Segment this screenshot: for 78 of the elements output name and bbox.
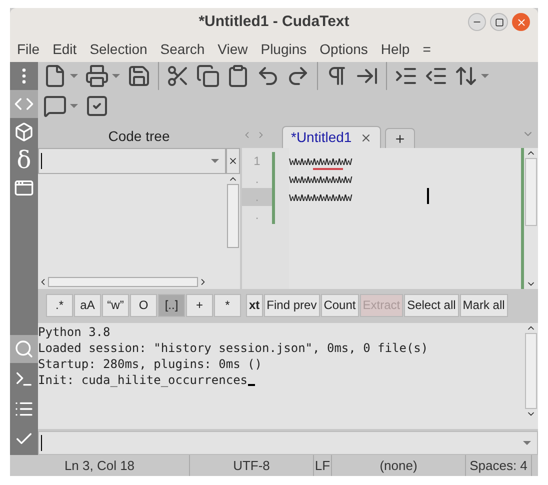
find-button[interactable]: Mark all [460, 294, 508, 317]
undo-icon[interactable] [256, 64, 280, 88]
console-line: Loaded session: "history session.json", 0ms, 0 file(s) [38, 340, 428, 356]
find-button[interactable]: Find prev [264, 294, 320, 317]
checkbox-icon[interactable] [85, 94, 109, 118]
save-icon[interactable] [127, 64, 151, 88]
find-button[interactable]: Count [320, 294, 359, 317]
line-number: . [255, 207, 259, 224]
menu-item[interactable]: Options [320, 38, 368, 60]
printer-icon[interactable] [85, 64, 109, 88]
sidebar-button[interactable] [10, 335, 38, 363]
text-cursor [248, 384, 255, 386]
window-title: *Untitled1 - CudaText [198, 12, 350, 32]
console-line: Startup: 280ms, plugins: 0ms () [38, 356, 262, 372]
panel-icon[interactable] [14, 178, 34, 198]
speech-bubble-icon[interactable] [43, 94, 67, 118]
find-option-toggle[interactable]: + [186, 294, 213, 317]
scrollbar-thumb[interactable] [525, 333, 537, 410]
status-item: Spaces: 4 [470, 456, 528, 475]
status-item: (none) [380, 456, 418, 475]
editor-tab[interactable]: *Untitled1 [282, 126, 381, 148]
find-option-toggle[interactable]: “w” [102, 294, 129, 317]
status-item: LF [314, 456, 330, 475]
clipboard-icon[interactable] [226, 64, 250, 88]
caret-icon[interactable] [70, 74, 78, 78]
maximize-button[interactable] [490, 13, 508, 31]
occurrence-underline [313, 168, 343, 170]
find-option-toggle[interactable]: aA [74, 294, 101, 317]
menu-item[interactable]: Search [160, 38, 205, 60]
scrollbar-thumb[interactable] [227, 184, 239, 248]
caret-icon[interactable] [211, 159, 219, 163]
copy-icon[interactable] [196, 64, 220, 88]
redo-icon[interactable] [286, 64, 310, 88]
menu-item[interactable]: Edit [52, 38, 77, 60]
plus-icon[interactable] [394, 132, 406, 144]
menu-item[interactable]: File [17, 38, 40, 60]
close-icon[interactable] [360, 132, 372, 144]
menu-item[interactable]: Plugins [260, 38, 307, 60]
menu-item[interactable]: Help [380, 38, 410, 60]
caret-icon[interactable] [481, 74, 489, 78]
code-line: wwwwwwwwww [289, 190, 352, 204]
code-line: wwwwwwwwww [289, 172, 352, 186]
find-option-toggle[interactable]: [..] [158, 294, 185, 317]
scrollbar-thumb[interactable] [525, 158, 537, 226]
filter-field[interactable] [38, 148, 226, 174]
find-button[interactable]: Select all [404, 294, 459, 317]
text-cursor [427, 188, 429, 204]
up-down-arrows-icon[interactable] [454, 64, 478, 88]
cube-icon[interactable] [14, 122, 34, 142]
panel-title: Code tree [108, 126, 170, 146]
scrollbar-thumb[interactable] [48, 277, 198, 288]
menu-item[interactable]: View [218, 38, 248, 60]
caret-icon[interactable] [523, 441, 531, 446]
scissors-icon[interactable] [166, 64, 190, 88]
find-button[interactable]: xt [246, 294, 263, 317]
find-option-toggle[interactable]: O [130, 294, 157, 317]
console-line: Python 3.8 [38, 324, 110, 340]
close-icon[interactable] [228, 156, 238, 166]
new-tab-button[interactable] [384, 128, 415, 148]
line-number: . [255, 189, 259, 206]
clear-button[interactable] [226, 148, 240, 174]
status-item: UTF-8 [233, 456, 270, 475]
file-icon[interactable] [43, 64, 67, 88]
menu-item[interactable]: = [422, 38, 431, 60]
caret-icon[interactable] [70, 104, 78, 108]
line-number: . [255, 171, 259, 188]
maximize-icon[interactable] [494, 18, 504, 26]
command-field[interactable] [38, 431, 538, 455]
search-icon[interactable] [14, 339, 34, 359]
find-option-toggle[interactable]: * [214, 294, 241, 317]
sidebar-button[interactable] [10, 90, 38, 118]
status-item: Ln 3, Col 18 [64, 456, 135, 475]
code-line: wwwwwwwwww [289, 154, 352, 168]
console-line: Init: cuda_hilite_occurrences [38, 372, 248, 388]
line-number: 1 [254, 153, 260, 170]
find-option-toggle[interactable]: .* [46, 294, 73, 317]
caret-icon[interactable] [112, 74, 120, 78]
menu-item[interactable]: Selection [90, 38, 148, 60]
